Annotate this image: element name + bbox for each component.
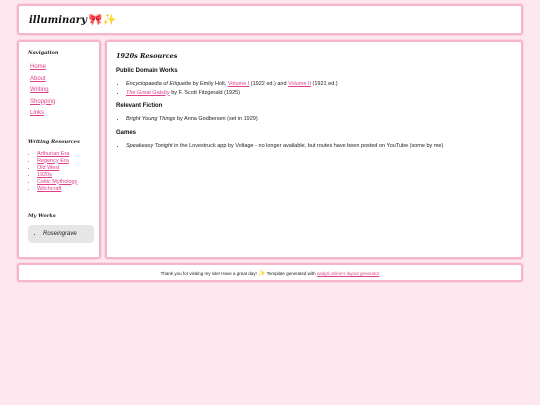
resource-link-regency[interactable]: Regency Era bbox=[37, 158, 69, 164]
item-text: by Emily Holt, bbox=[191, 81, 228, 87]
volume-2-link[interactable]: Volume II bbox=[288, 81, 311, 87]
footer-thanks: Thank you for visiting my site! Have a g… bbox=[160, 271, 258, 276]
main-content: 1920s Resources Public Domain Works Ency… bbox=[105, 40, 523, 259]
layout-generator-link[interactable]: sadgrl.online's layout generator bbox=[317, 271, 379, 276]
resource-link-1920s[interactable]: 1920s bbox=[37, 172, 52, 178]
book-title: Bright Young Things bbox=[126, 116, 176, 122]
nav-heading: Navigation bbox=[28, 50, 59, 56]
footer-text: Thank you for visiting my site! Have a g… bbox=[19, 270, 521, 277]
site-title[interactable]: illuminary 🎀✨ bbox=[29, 13, 116, 26]
work-item-roseingrave: Roseingrave bbox=[43, 231, 88, 237]
nav-link-about[interactable]: About bbox=[30, 76, 46, 82]
list-item: Encyclopaedia of Etiquette by Emily Holt… bbox=[126, 80, 513, 89]
list-item: The Great Gatsby by F. Scott Fitzgerald … bbox=[126, 89, 513, 98]
great-gatsby-link[interactable]: The Great Gatsby bbox=[126, 90, 170, 96]
resource-link-arthurian[interactable]: Arthurian Era bbox=[37, 151, 69, 157]
section-heading-games: Games bbox=[116, 129, 137, 136]
nav-link-links[interactable]: Links bbox=[30, 110, 44, 116]
resources-list: Arthurian Era Regency Era Old West 1920s… bbox=[28, 151, 91, 193]
bow-sparkle-icon: 🎀✨ bbox=[88, 13, 117, 26]
page-title: 1920s Resources bbox=[116, 52, 178, 60]
list-item: Bright Young Things by Anna Godbersen (s… bbox=[126, 115, 513, 124]
games-list: Speakeasy Tonight in the Lovestruck app … bbox=[116, 142, 513, 151]
site-footer: Thank you for visiting my site! Have a g… bbox=[17, 263, 523, 282]
site-title-text: illuminary bbox=[29, 15, 87, 26]
item-text: by Anna Godbersen (set in 1929) bbox=[175, 116, 258, 122]
resources-heading: Writing Resources bbox=[28, 138, 80, 145]
section-heading-fiction: Relevant Fiction bbox=[116, 103, 163, 109]
resource-link-celtic[interactable]: Celtic Mythology bbox=[37, 179, 77, 185]
list-item: Speakeasy Tonight in the Lovestruck app … bbox=[126, 142, 513, 151]
sidebar: Navigation Home About Writing Shopping L… bbox=[17, 40, 101, 259]
resource-link-old-west[interactable]: Old West bbox=[37, 165, 60, 171]
footer-template-text: Template generated with bbox=[265, 271, 317, 276]
book-title: The Great Gatsby bbox=[126, 89, 170, 96]
nav-list: Home About Writing Shopping Links bbox=[28, 62, 91, 120]
fiction-list: Bright Young Things by Anna Godbersen (s… bbox=[116, 115, 513, 124]
works-box: Roseingrave bbox=[28, 224, 94, 243]
item-text: (1921 ed.) bbox=[311, 81, 338, 87]
volume-1-link[interactable]: Volume I bbox=[228, 81, 249, 87]
item-text: in the Lovestruck app by Voltage - no lo… bbox=[172, 142, 444, 149]
works-heading: My Works bbox=[28, 212, 56, 219]
nav-link-home[interactable]: Home bbox=[30, 64, 46, 70]
nav-link-shopping[interactable]: Shopping bbox=[30, 99, 55, 105]
resource-link-witchcraft[interactable]: Witchcraft bbox=[37, 186, 61, 192]
item-text: (1922 ed.) and bbox=[249, 81, 289, 87]
item-text: by F. Scott Fitzgerald (1925) bbox=[169, 89, 241, 96]
nav-link-writing[interactable]: Writing bbox=[30, 87, 49, 93]
game-title: Speakeasy Tonight bbox=[126, 142, 173, 149]
public-domain-list: Encyclopaedia of Etiquette by Emily Holt… bbox=[116, 80, 513, 97]
site-header: illuminary 🎀✨ bbox=[17, 4, 523, 35]
section-heading-public-domain: Public Domain Works bbox=[116, 68, 178, 74]
book-title: Encyclopaedia of Etiquette bbox=[126, 81, 192, 87]
